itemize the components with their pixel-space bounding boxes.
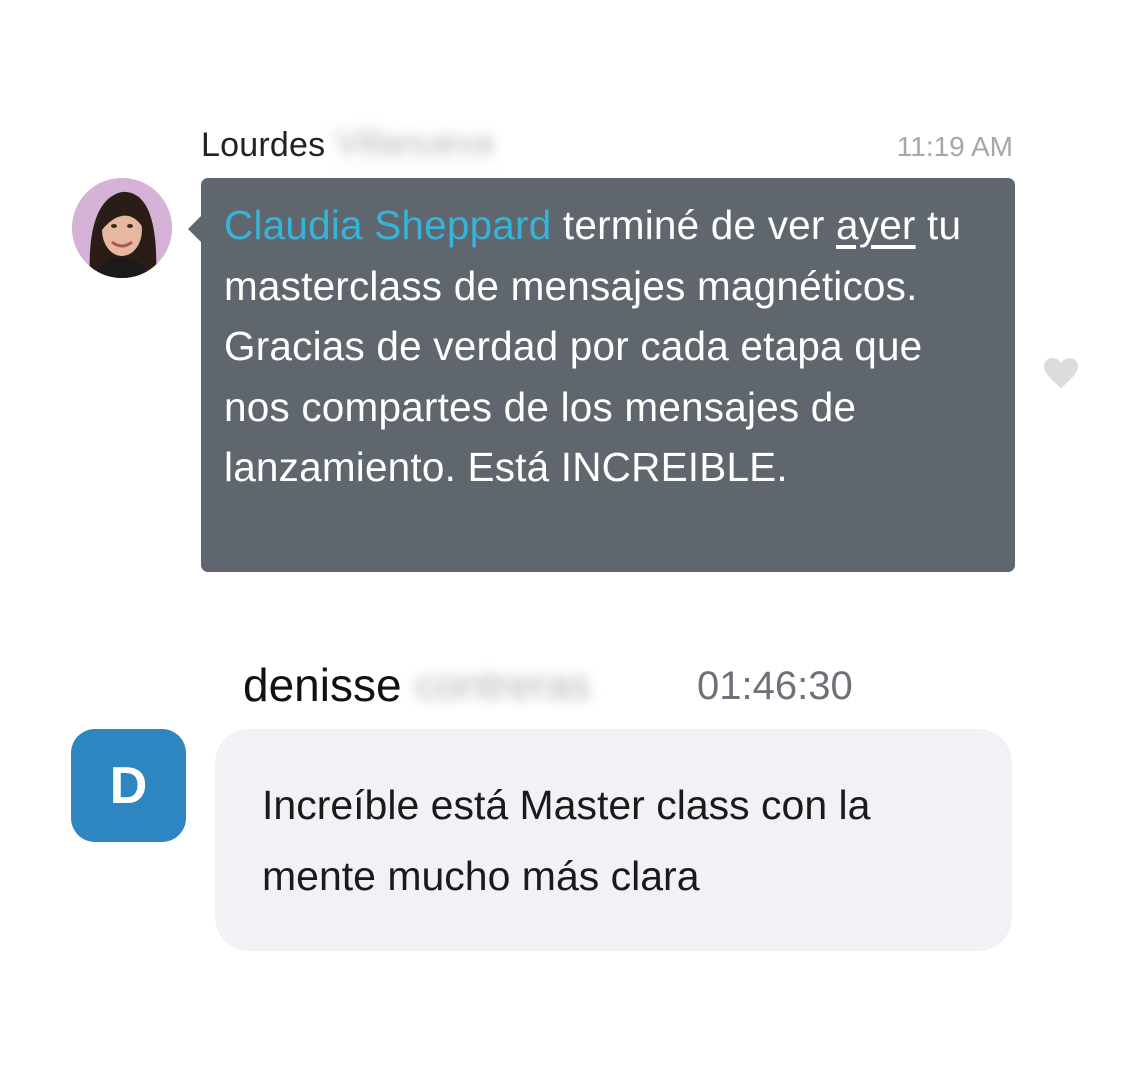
message-1-text-part-a: terminé de ver xyxy=(551,202,837,248)
message-2-sender-last-name-blurred: contreras xyxy=(415,661,591,708)
message-2-sender[interactable]: denisse contreras xyxy=(243,658,591,712)
message-1-sender-first-name: Lourdes xyxy=(201,125,326,164)
avatar[interactable]: D xyxy=(71,729,186,842)
message-1-sender-last-name-blurred: Villanueva xyxy=(335,124,494,166)
avatar-photo[interactable] xyxy=(72,178,172,278)
heart-icon[interactable] xyxy=(1043,357,1079,389)
message-2-timestamp: 01:46:30 xyxy=(697,664,853,708)
message-1-text: Claudia Sheppard terminé de ver ayer tu … xyxy=(224,195,994,498)
mention-link[interactable]: Claudia Sheppard xyxy=(224,202,551,248)
chat-view: Lourdes Villanueva 11:19 AM Claudia Shep… xyxy=(0,0,1125,1065)
message-1-sender[interactable]: Lourdes Villanueva xyxy=(201,124,494,166)
message-2-text: Increíble está Master class con la mente… xyxy=(262,782,871,899)
message-1-underlined-word: ayer xyxy=(836,202,916,248)
message-2-sender-first-name: denisse xyxy=(243,659,402,711)
message-1-timestamp: 11:19 AM xyxy=(896,131,1013,162)
